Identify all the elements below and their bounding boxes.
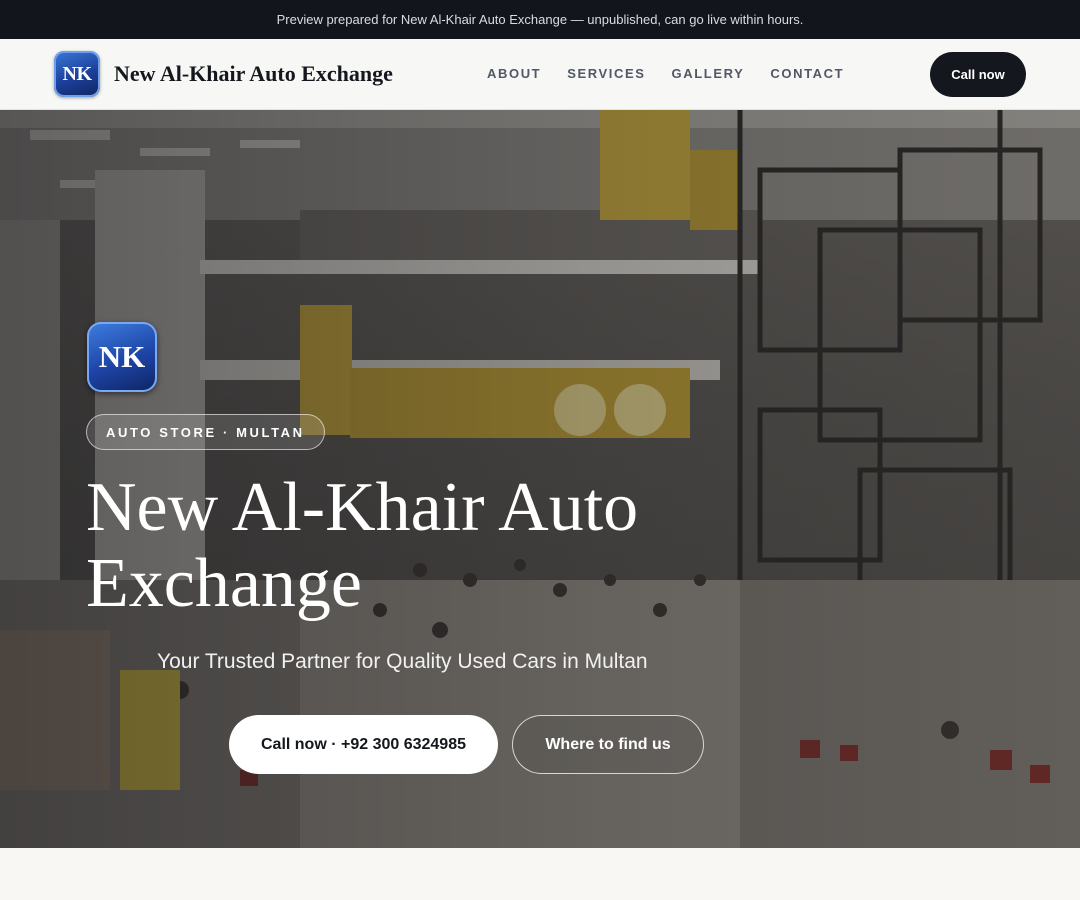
next-section bbox=[0, 848, 1080, 900]
nav-about[interactable]: ABOUT bbox=[487, 66, 541, 81]
logo-icon[interactable]: NK bbox=[54, 51, 100, 97]
nav-services[interactable]: SERVICES bbox=[567, 66, 645, 81]
nav-contact[interactable]: CONTACT bbox=[770, 66, 844, 81]
header-call-button[interactable]: Call now bbox=[930, 52, 1026, 97]
call-now-button[interactable]: Call now · +92 300 6324985 bbox=[229, 715, 498, 774]
hero-subtitle: Your Trusted Partner for Quality Used Ca… bbox=[157, 650, 648, 673]
logo-text: NK bbox=[62, 62, 93, 85]
hero-logo-icon: NK bbox=[87, 322, 157, 392]
brand-name[interactable]: New Al-Khair Auto Exchange bbox=[114, 61, 393, 87]
hero-title: New Al-Khair Auto Exchange bbox=[86, 469, 639, 622]
find-us-button[interactable]: Where to find us bbox=[512, 715, 704, 774]
nav-gallery[interactable]: GALLERY bbox=[672, 66, 745, 81]
main-nav: ABOUT SERVICES GALLERY CONTACT bbox=[487, 66, 844, 81]
preview-banner: Preview prepared for New Al-Khair Auto E… bbox=[0, 0, 1080, 39]
site-header: NK New Al-Khair Auto Exchange ABOUT SERV… bbox=[0, 39, 1080, 110]
preview-banner-text: Preview prepared for New Al-Khair Auto E… bbox=[276, 12, 804, 27]
category-pill: AUTO STORE · MULTAN bbox=[86, 414, 325, 450]
hero-section: NK AUTO STORE · MULTAN New Al-Khair Auto… bbox=[0, 110, 1080, 848]
hero-logo-text: NK bbox=[98, 339, 146, 374]
